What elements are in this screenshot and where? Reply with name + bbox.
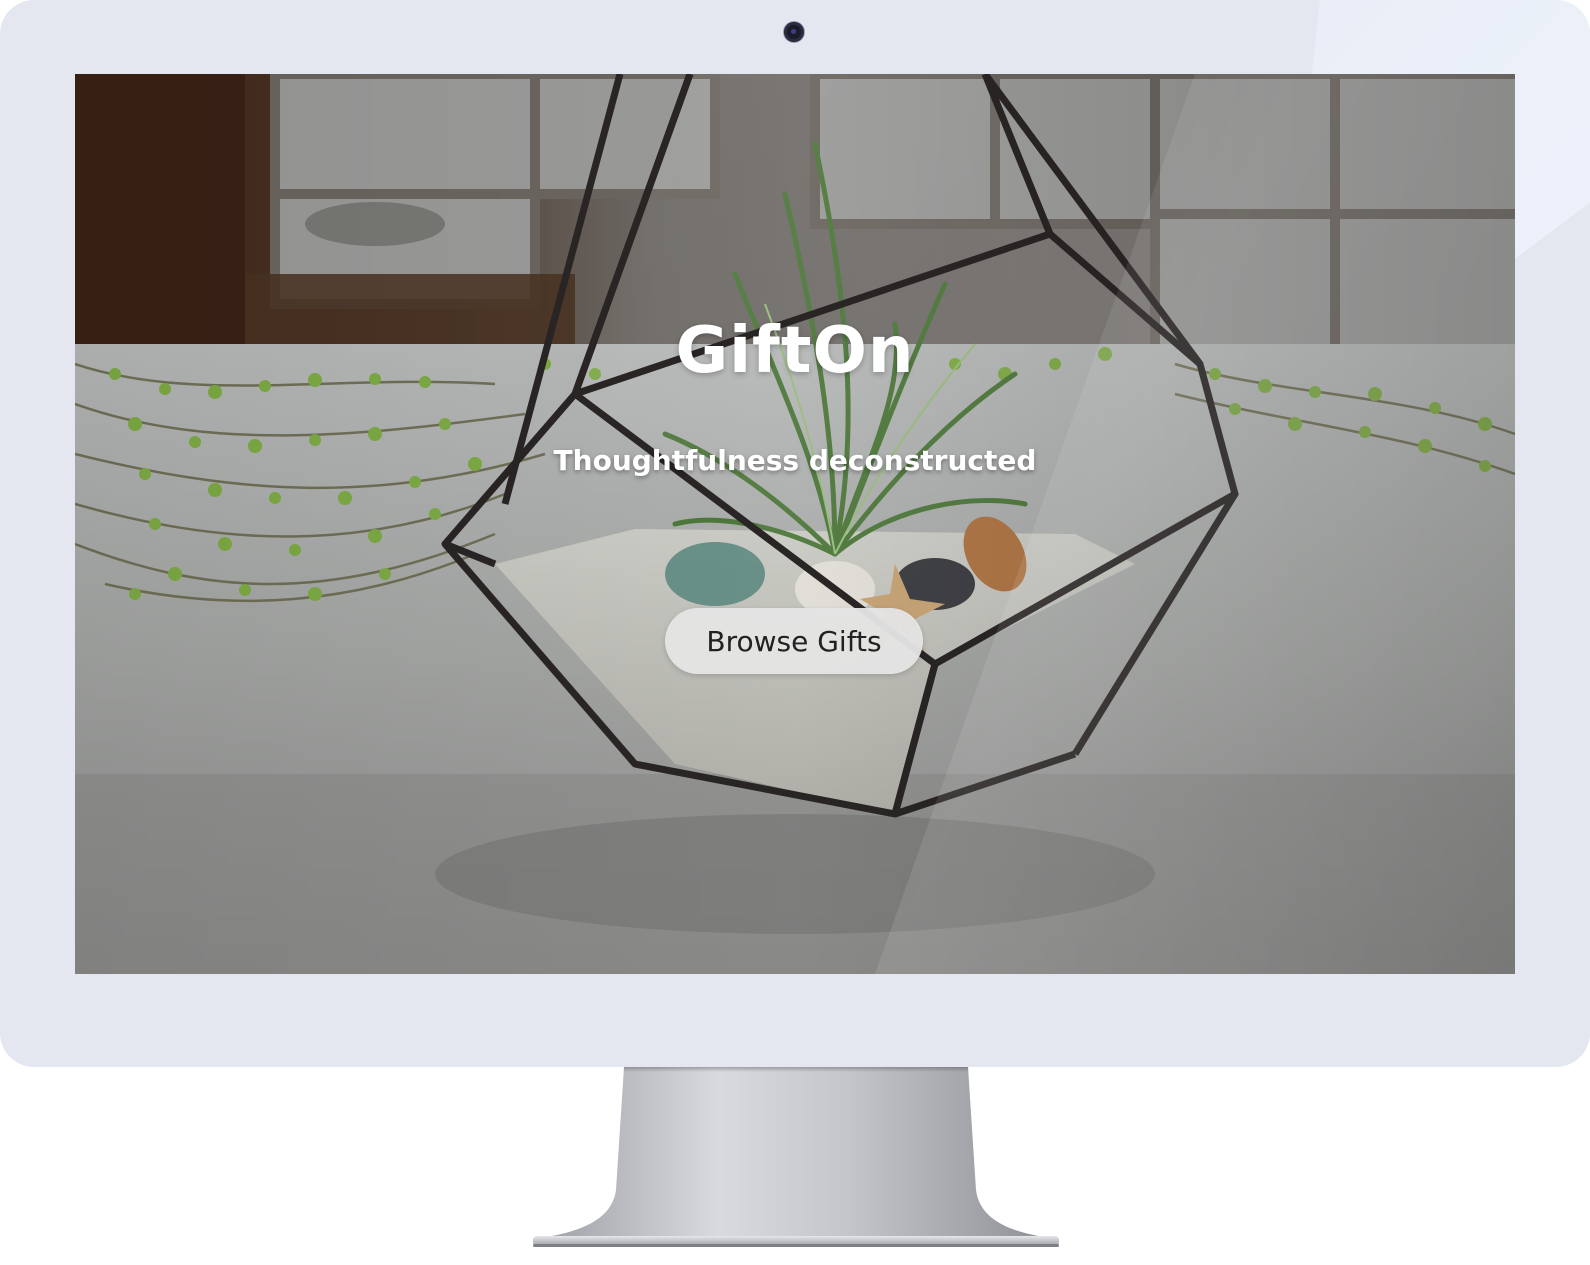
camera-icon xyxy=(784,22,804,42)
hero-subtitle: Thoughtfulness deconstructed xyxy=(553,444,1037,477)
hero-title: GiftOn xyxy=(675,314,915,388)
browse-gifts-button[interactable]: Browse Gifts xyxy=(665,608,923,674)
monitor-bezel: GiftOn Thoughtfulness deconstructed Brow… xyxy=(0,0,1590,1067)
screen: GiftOn Thoughtfulness deconstructed Brow… xyxy=(75,74,1515,974)
